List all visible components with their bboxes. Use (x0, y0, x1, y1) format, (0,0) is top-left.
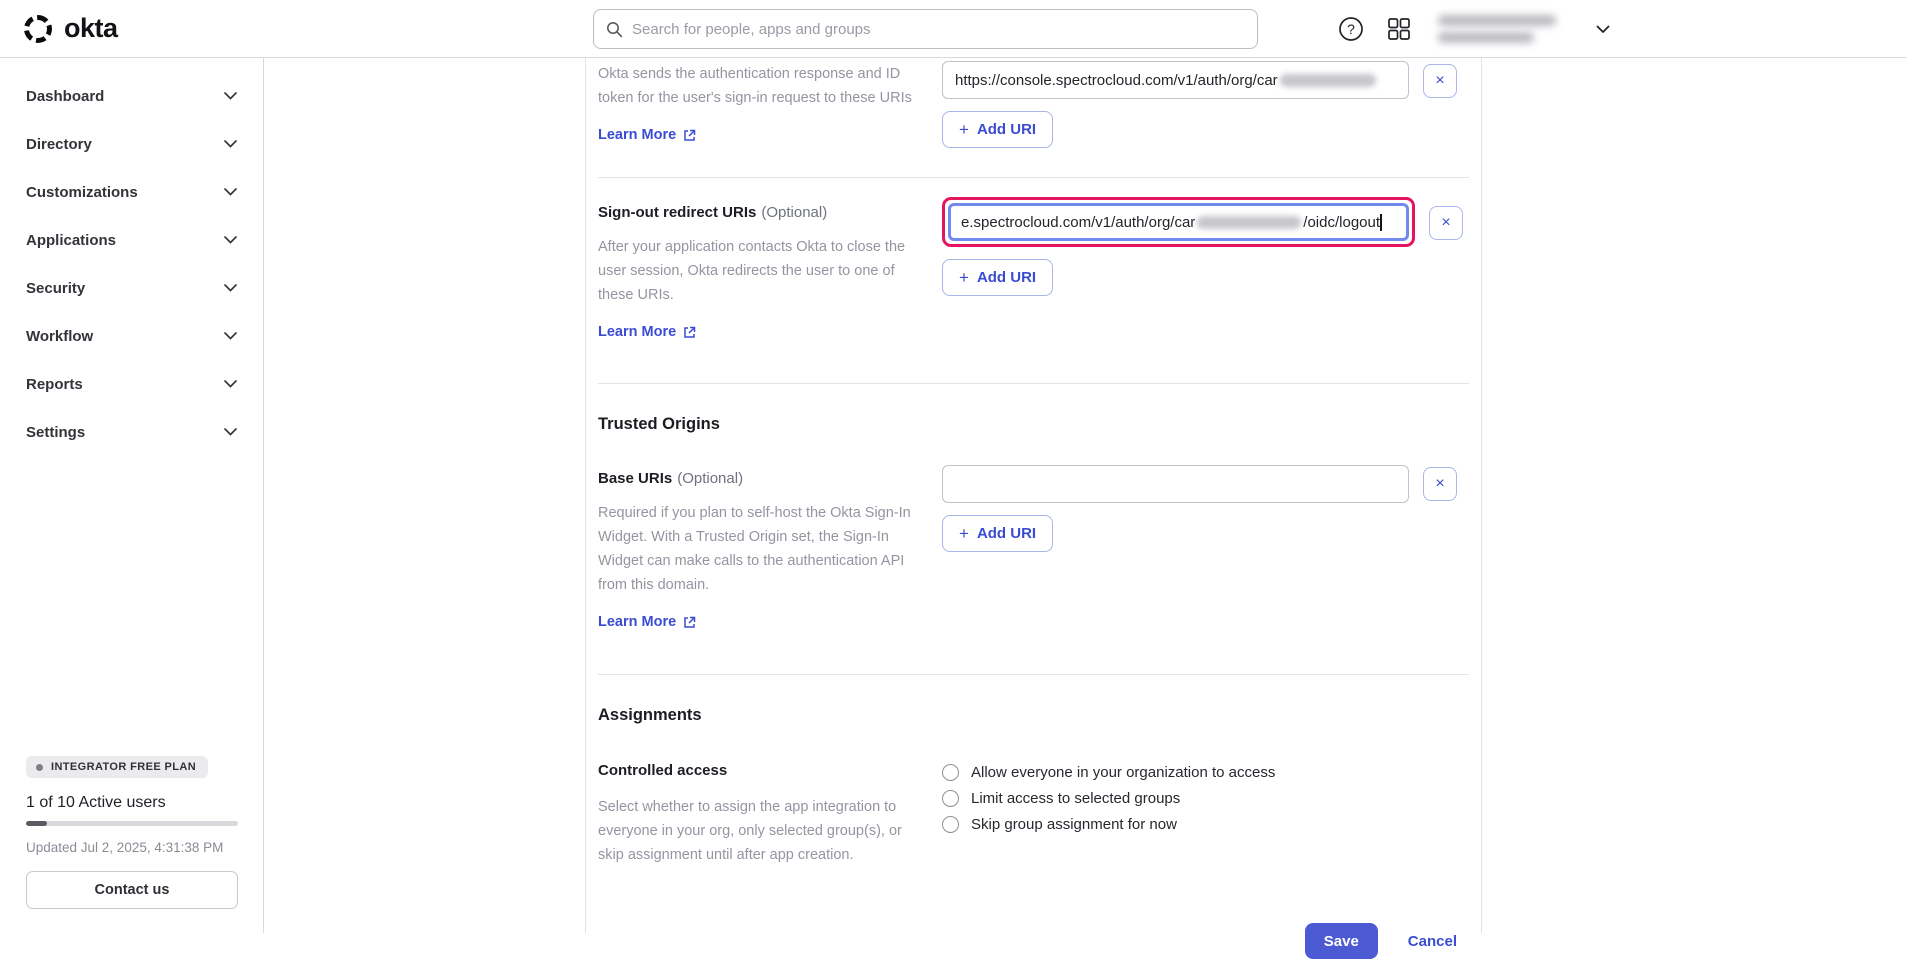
base-uris-description: Required if you plan to self-host the Ok… (598, 501, 930, 597)
chevron-down-icon (224, 92, 237, 100)
sidebar-item-customizations[interactable]: Customizations (0, 168, 263, 216)
active-users-progress-fill (26, 821, 47, 826)
controlled-access-label: Controlled access (598, 762, 930, 779)
global-search[interactable] (593, 9, 1258, 49)
signout-redirect-uri-input[interactable]: e.spectrocloud.com/v1/auth/org/car/oidc/… (948, 203, 1409, 241)
trusted-origins-heading: Trusted Origins (598, 415, 1481, 434)
radio-allow-everyone[interactable]: Allow everyone in your organization to a… (942, 764, 1467, 781)
chevron-down-icon (224, 332, 237, 340)
chevron-down-icon (224, 380, 237, 388)
plus-icon: + (959, 524, 969, 544)
remove-base-uri-button[interactable]: × (1423, 467, 1457, 501)
signout-add-uri-button[interactable]: + Add URI (942, 259, 1053, 296)
sidebar-item-directory[interactable]: Directory (0, 120, 263, 168)
remove-signin-uri-button[interactable]: × (1423, 64, 1457, 98)
signin-description: Okta sends the authentication response a… (598, 62, 930, 110)
sidebar: Dashboard Directory Customizations Appli… (0, 58, 264, 933)
signin-redirect-section: Okta sends the authentication response a… (598, 58, 1481, 148)
account-name-redacted (1438, 15, 1556, 43)
signin-redirect-uri-input[interactable]: https://console.spectrocloud.com/v1/auth… (942, 61, 1409, 99)
app-settings-panel: Okta sends the authentication response a… (585, 58, 1482, 933)
signin-learn-more-link[interactable]: Learn More (598, 127, 696, 143)
cancel-button[interactable]: Cancel (1408, 933, 1457, 950)
sidebar-item-security[interactable]: Security (0, 264, 263, 312)
usage-updated-timestamp: Updated Jul 2, 2025, 4:31:38 PM (26, 840, 237, 855)
apps-grid-icon[interactable] (1384, 14, 1414, 44)
signout-learn-more-link[interactable]: Learn More (598, 324, 696, 340)
svg-text:?: ? (1347, 21, 1355, 37)
external-link-icon (683, 326, 696, 339)
chevron-down-icon (224, 236, 237, 244)
controlled-access-description: Select whether to assign the app integra… (598, 795, 930, 867)
trusted-origins-learn-more-link[interactable]: Learn More (598, 614, 696, 630)
text-caret (1380, 214, 1382, 231)
signout-label: Sign-out redirect URIs(Optional) (598, 204, 930, 221)
sidebar-item-settings[interactable]: Settings (0, 408, 263, 456)
okta-sunburst-icon (24, 15, 52, 43)
sidebar-nav: Dashboard Directory Customizations Appli… (0, 58, 263, 456)
top-bar: okta ? (0, 0, 1906, 58)
click-annotation-highlight: e.spectrocloud.com/v1/auth/org/car/oidc/… (942, 197, 1415, 247)
search-icon (606, 21, 623, 38)
chevron-down-icon (224, 188, 237, 196)
base-uri-add-button[interactable]: + Add URI (942, 515, 1053, 552)
sidebar-item-applications[interactable]: Applications (0, 216, 263, 264)
assignments-section: Assignments Controlled access Select whe… (598, 675, 1481, 867)
base-uri-input[interactable] (942, 465, 1409, 503)
assignments-heading: Assignments (598, 706, 1481, 725)
plan-badge: INTEGRATOR FREE PLAN (26, 756, 208, 778)
form-footer: Save Cancel (598, 923, 1481, 959)
contact-us-button[interactable]: Contact us (26, 871, 238, 909)
account-menu-chevron-icon[interactable] (1588, 14, 1618, 44)
plan-dot-icon (36, 764, 43, 771)
radio-limit-groups[interactable]: Limit access to selected groups (942, 790, 1467, 807)
redacted-org-segment (1280, 74, 1376, 87)
radio-skip-assignment[interactable]: Skip group assignment for now (942, 816, 1467, 833)
active-users-count: 1 of 10 Active users (26, 794, 237, 812)
help-icon[interactable]: ? (1336, 14, 1366, 44)
plus-icon: + (959, 120, 969, 140)
chevron-down-icon (224, 284, 237, 292)
search-input[interactable] (632, 21, 1245, 38)
save-button[interactable]: Save (1305, 923, 1378, 959)
external-link-icon (683, 129, 696, 142)
plus-icon: + (959, 268, 969, 288)
sidebar-item-dashboard[interactable]: Dashboard (0, 72, 263, 120)
signout-description: After your application contacts Okta to … (598, 235, 930, 307)
sidebar-item-workflow[interactable]: Workflow (0, 312, 263, 360)
brand-name: okta (64, 13, 118, 44)
chevron-down-icon (224, 140, 237, 148)
okta-logo[interactable]: okta (24, 13, 118, 44)
base-uris-label: Base URIs(Optional) (598, 470, 930, 487)
signout-redirect-section: Sign-out redirect URIs(Optional) After y… (598, 178, 1481, 341)
chevron-down-icon (224, 428, 237, 436)
signin-add-uri-button[interactable]: + Add URI (942, 111, 1053, 148)
active-users-progressbar (26, 821, 238, 826)
radio-icon (942, 764, 959, 781)
redacted-org-segment (1197, 216, 1301, 229)
radio-icon (942, 790, 959, 807)
trusted-origins-section: Trusted Origins Base URIs(Optional) Requ… (598, 384, 1481, 631)
sidebar-item-reports[interactable]: Reports (0, 360, 263, 408)
remove-signout-uri-button[interactable]: × (1429, 206, 1463, 240)
external-link-icon (683, 616, 696, 629)
radio-icon (942, 816, 959, 833)
